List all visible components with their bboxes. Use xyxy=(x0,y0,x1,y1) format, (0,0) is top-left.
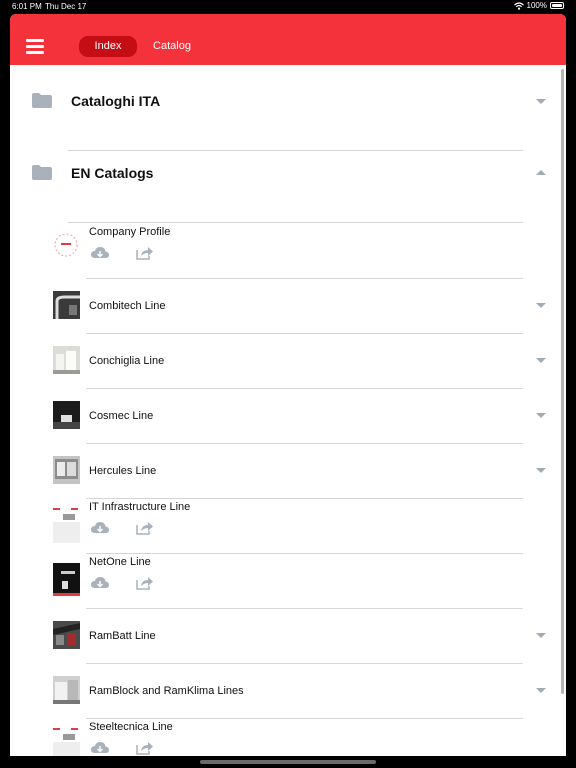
battery-percent: 100% xyxy=(526,1,547,10)
folder-row-en-catalogs[interactable]: EN Catalogs xyxy=(10,165,566,215)
chevron-down-icon[interactable] xyxy=(536,303,546,308)
list-item-label: Steeltecnica Line xyxy=(89,721,173,733)
list-item-label: Company Profile xyxy=(89,226,171,238)
status-time: 6:01 PM xyxy=(12,2,42,11)
battery-icon xyxy=(550,2,564,9)
tab-index[interactable]: Index xyxy=(79,36,137,57)
list-item-hercules-line[interactable]: Hercules Line xyxy=(10,443,566,498)
folder-icon xyxy=(32,93,52,108)
chevron-down-icon[interactable] xyxy=(536,633,546,638)
folder-title: Cataloghi ITA xyxy=(71,93,161,109)
list-item-label: Cosmec Line xyxy=(89,410,154,422)
download-icon[interactable] xyxy=(91,741,109,755)
home-indicator xyxy=(200,760,376,764)
share-icon[interactable] xyxy=(136,521,154,535)
chevron-down-icon[interactable] xyxy=(536,99,546,104)
chevron-down-icon[interactable] xyxy=(536,688,546,693)
catalog-thumbnail xyxy=(53,456,80,484)
catalog-thumbnail xyxy=(53,346,80,374)
list-item-label: NetOne Line xyxy=(89,556,151,568)
list-item-label: Hercules Line xyxy=(89,465,157,477)
share-icon[interactable] xyxy=(136,246,154,260)
list-item-label: IT Infrastructure Line xyxy=(89,501,191,513)
list-item-rambatt-line[interactable]: RamBatt Line xyxy=(10,608,566,663)
list-item-ramblock-ramklima-lines[interactable]: RamBlock and RamKlima Lines xyxy=(10,663,566,718)
list-item-label: RamBatt Line xyxy=(89,630,156,642)
catalog-thumbnail xyxy=(53,563,80,596)
list-item-company-profile[interactable]: Company Profile xyxy=(10,223,566,278)
folder-icon xyxy=(32,165,52,180)
catalog-thumbnail xyxy=(53,621,80,649)
status-right: 100% xyxy=(513,1,564,10)
status-bar: 6:01 PM Thu Dec 17 100% xyxy=(0,0,576,12)
folder-row-cataloghi-ita[interactable]: Cataloghi ITA xyxy=(10,65,566,135)
catalog-thumbnail xyxy=(53,728,80,756)
status-date: Thu Dec 17 xyxy=(45,2,87,11)
share-icon[interactable] xyxy=(136,741,154,755)
catalog-thumbnail xyxy=(53,291,80,319)
list-item-steeltecnica-line[interactable]: Steeltecnica Line xyxy=(10,718,566,756)
catalog-thumbnail xyxy=(53,231,80,259)
hamburger-menu-icon[interactable] xyxy=(26,39,44,55)
list-item-label: Combitech Line xyxy=(89,300,166,312)
app-window: Index Catalog Cataloghi ITA EN Catalogs xyxy=(10,14,566,756)
download-icon[interactable] xyxy=(91,246,109,260)
chevron-down-icon[interactable] xyxy=(536,358,546,363)
chevron-down-icon[interactable] xyxy=(536,468,546,473)
tab-catalog[interactable]: Catalog xyxy=(144,36,200,57)
list-item-label: RamBlock and RamKlima Lines xyxy=(89,685,244,697)
header-bar: Index Catalog xyxy=(10,14,566,65)
list-item-combitech-line[interactable]: Combitech Line xyxy=(10,278,566,333)
divider xyxy=(68,150,523,151)
list-item-label: Conchiglia Line xyxy=(89,355,165,367)
wifi-icon xyxy=(513,1,524,10)
list-item-cosmec-line[interactable]: Cosmec Line xyxy=(10,388,566,443)
catalog-thumbnail xyxy=(53,401,80,429)
catalog-thumbnail xyxy=(53,676,80,704)
share-icon[interactable] xyxy=(136,576,154,590)
folder-title: EN Catalogs xyxy=(71,165,154,181)
list-item-conchiglia-line[interactable]: Conchiglia Line xyxy=(10,333,566,388)
list-item-netone-line[interactable]: NetOne Line xyxy=(10,553,566,608)
chevron-up-icon[interactable] xyxy=(536,170,546,175)
chevron-down-icon[interactable] xyxy=(536,413,546,418)
list-item-it-infrastructure-line[interactable]: IT Infrastructure Line xyxy=(10,498,566,553)
download-icon[interactable] xyxy=(91,521,109,535)
catalog-thumbnail xyxy=(53,508,80,543)
download-icon[interactable] xyxy=(91,576,109,590)
catalog-list: Cataloghi ITA EN Catalogs Company Profil… xyxy=(10,65,566,756)
